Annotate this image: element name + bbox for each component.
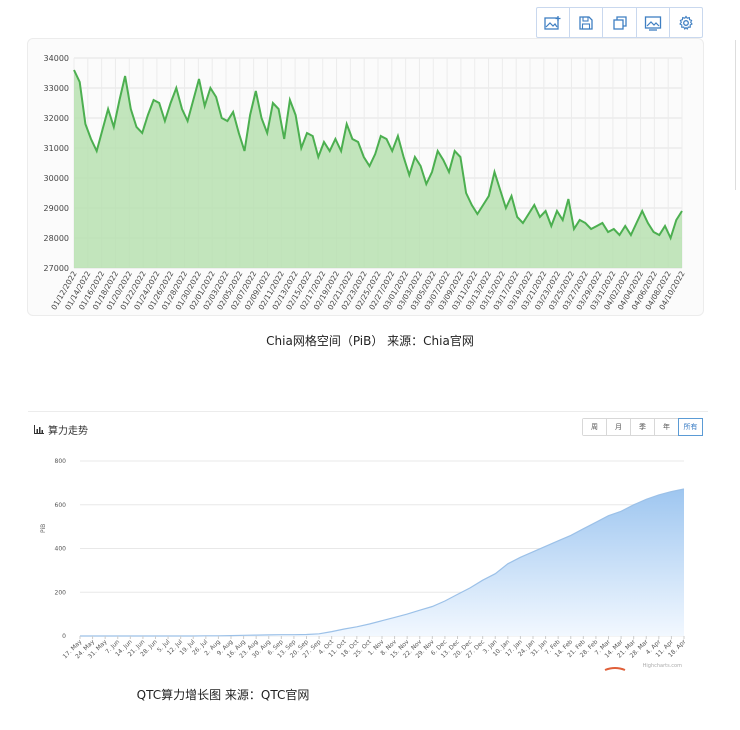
- partial-mark: [604, 667, 626, 671]
- y-axis-label: PiB: [40, 524, 47, 533]
- panel-title-text: 算力走势: [48, 426, 88, 437]
- period-selector: 周 月 季 年 所有: [582, 418, 703, 436]
- y-tick-label: 29000: [44, 204, 69, 213]
- period-year-button[interactable]: 年: [655, 419, 679, 435]
- chart-credit[interactable]: Highcharts.com: [643, 663, 682, 669]
- y-tick-label: 600: [55, 502, 67, 509]
- y-tick-label: 33000: [44, 84, 69, 93]
- bar-chart-icon: [34, 425, 44, 434]
- period-week-button[interactable]: 周: [583, 419, 607, 435]
- y-tick-label: 0: [62, 633, 66, 640]
- period-quarter-button[interactable]: 季: [631, 419, 655, 435]
- y-tick-label: 30000: [44, 174, 69, 183]
- y-tick-label: 32000: [44, 114, 69, 123]
- hashrate-panel-title: 算力走势: [34, 422, 88, 437]
- period-month-button[interactable]: 月: [607, 419, 631, 435]
- qtc-chart-caption: QTC算力增长图 来源：QTC官网: [136, 688, 310, 702]
- y-tick-label: 28000: [44, 234, 69, 243]
- y-tick-label: 34000: [44, 54, 69, 63]
- period-all-button[interactable]: 所有: [678, 418, 703, 436]
- y-tick-label: 31000: [44, 144, 69, 153]
- y-tick-label: 200: [55, 589, 67, 596]
- chia-netspace-chart: 27000 28000 29000 30000 31000 32000 33000 34000…: [44, 54, 687, 311]
- divider: [28, 411, 708, 412]
- y-tick-label: 800: [55, 458, 67, 465]
- series-area: [80, 489, 684, 636]
- y-tick-label: 27000: [44, 264, 69, 273]
- chia-chart-caption: Chia网格空间（PiB） 来源：Chia官网: [266, 334, 474, 348]
- y-tick-label: 400: [55, 546, 67, 553]
